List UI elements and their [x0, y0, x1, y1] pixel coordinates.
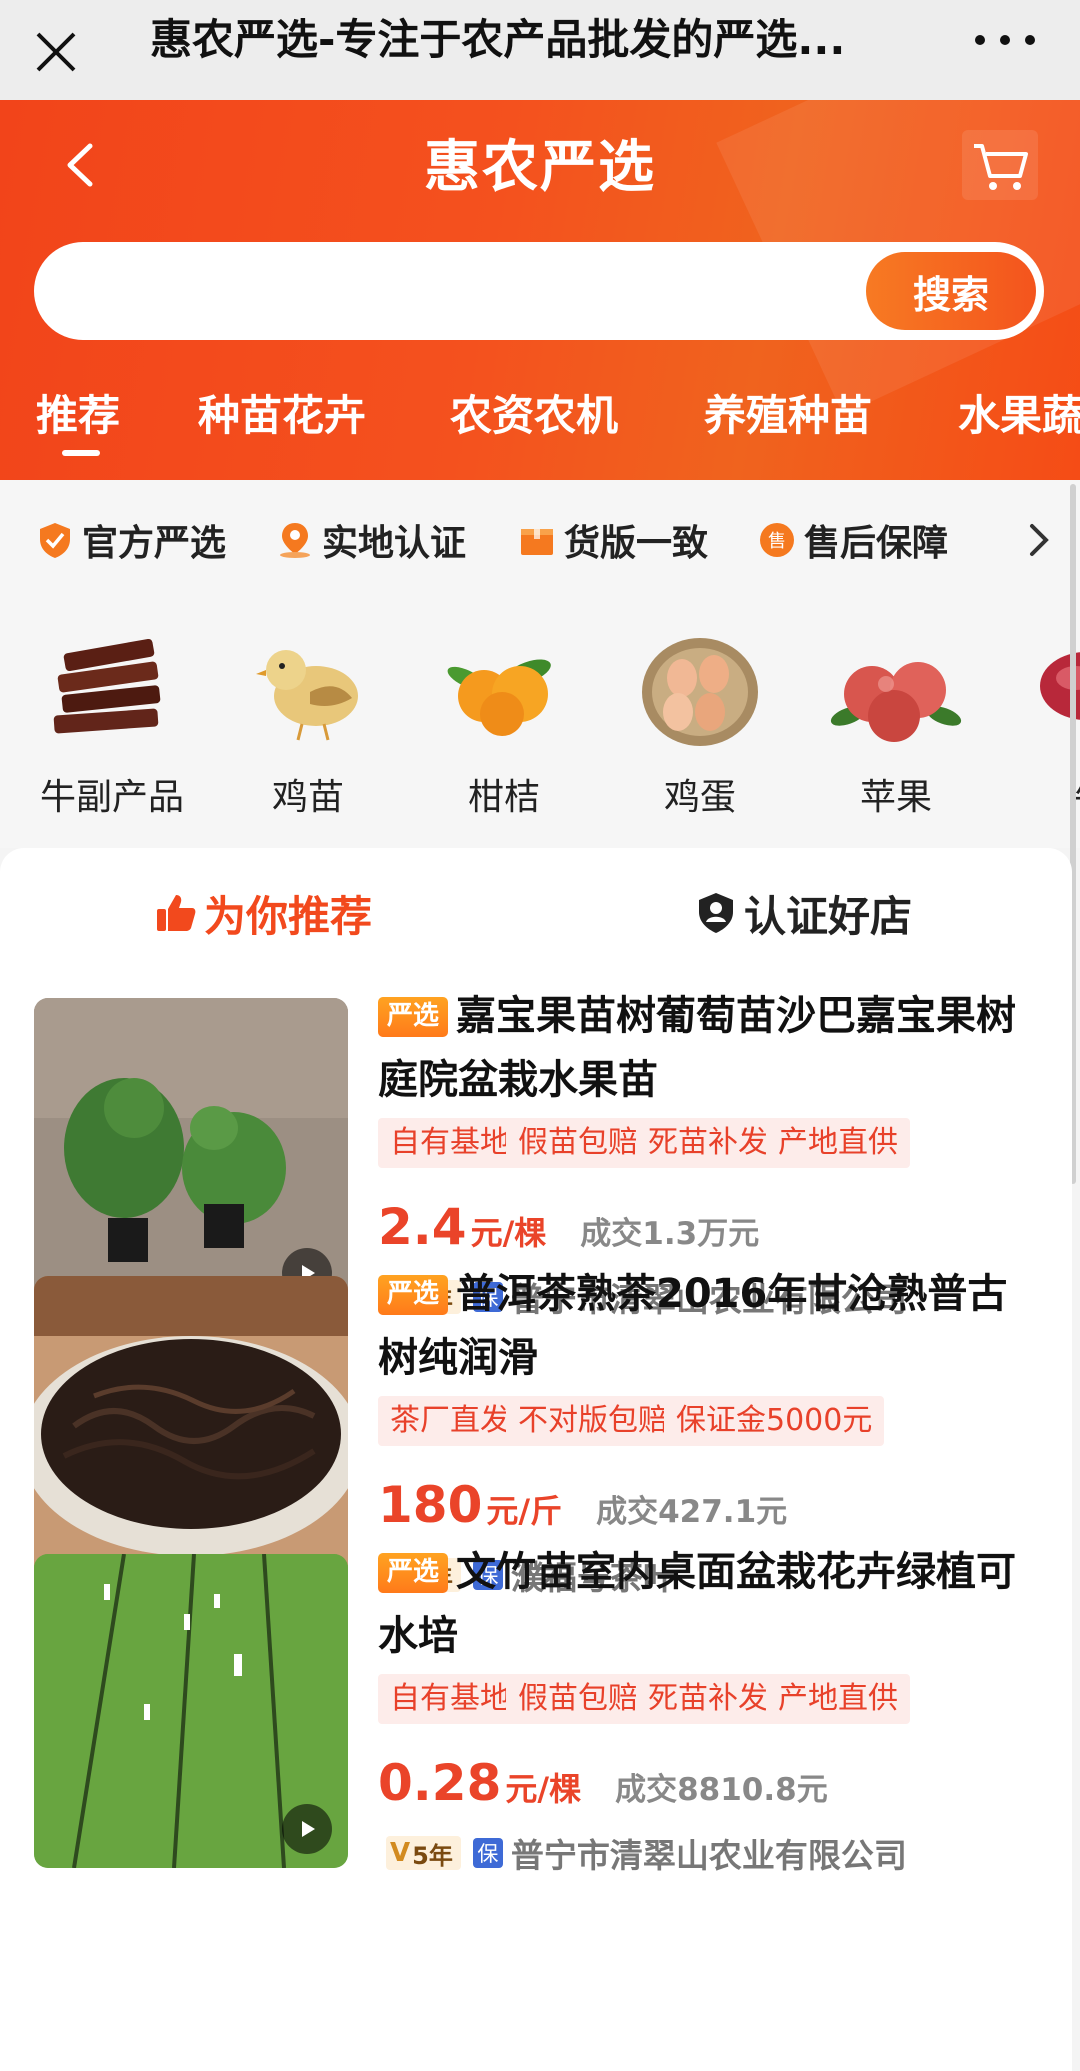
product-tag: 茶厂直发 — [378, 1396, 522, 1446]
category-item[interactable]: 鸡苗 — [220, 616, 396, 836]
search-input[interactable] — [74, 262, 874, 320]
product-tag: 不对版包赔 — [506, 1396, 680, 1446]
beef-jerky-icon — [53, 638, 161, 734]
deal-volume: 成交427.1元 — [596, 1494, 788, 1530]
more-icon[interactable] — [975, 24, 1035, 56]
product-card[interactable]: 严选 文竹苗室内桌面盆栽花卉绿植可水培 自有基地 假苗包赔 死苗补发 产地直供 0… — [0, 1549, 1072, 1884]
deal-volume: 成交1.3万元 — [580, 1216, 760, 1252]
tab-recommend[interactable]: 推荐 — [36, 382, 120, 472]
browser-top-bar: 惠农严选-专注于农产品批发的严选... — [0, 0, 1080, 100]
shield-user-icon — [699, 893, 733, 933]
tab-fruits-veg[interactable]: 水果蔬 — [958, 382, 1080, 472]
category-item[interactable]: 牛 — [1004, 616, 1080, 836]
product-title: 严选 文竹苗室内桌面盆栽花卉绿植可水培 — [378, 1549, 1016, 1659]
guarantee-official[interactable]: 官方严选 — [36, 510, 226, 570]
cart-button[interactable] — [962, 130, 1038, 200]
box-icon — [521, 529, 553, 555]
category-item[interactable]: 苹果 — [808, 616, 984, 836]
years-badge: V5年 — [386, 1836, 461, 1870]
back-icon[interactable] — [60, 140, 104, 190]
category-item[interactable]: 牛副产品 — [24, 616, 200, 836]
cart-icon — [974, 144, 1028, 190]
category-item[interactable]: 柑桔 — [416, 616, 592, 836]
guarantee-after-sale[interactable]: 售 售后保障 — [758, 510, 948, 570]
product-tag: 自有基地 — [378, 1118, 522, 1168]
apples-icon — [830, 662, 962, 742]
chevron-right-icon[interactable] — [1024, 520, 1054, 560]
tangerine-icon — [447, 659, 551, 736]
product-tags: 茶厂直发 不对版包赔 保证金5000元 — [378, 1396, 1058, 1448]
product-title: 严选 嘉宝果苗树葡萄苗沙巴嘉宝果树庭院盆栽水果苗 — [378, 993, 1016, 1103]
shop-name: 普宁市清翠山农业有限公司 — [510, 1836, 907, 1875]
product-tag: 死苗补发 — [636, 1118, 780, 1168]
tab-breeding[interactable]: 养殖种苗 — [704, 382, 872, 472]
product-tag: 假苗包赔 — [506, 1118, 650, 1168]
category-grid: 牛副产品 鸡苗 柑桔 鸡蛋 苹果 — [0, 598, 1080, 848]
guarantee-consistent[interactable]: 货版一致 — [518, 510, 708, 570]
tab-for-you[interactable]: 为你推荐 — [154, 878, 372, 948]
product-image[interactable] — [34, 1276, 348, 1590]
search-button[interactable]: 搜索 — [866, 252, 1036, 330]
guarantee-onsite[interactable]: 实地认证 — [276, 510, 466, 570]
tab-seedlings-flowers[interactable]: 种苗花卉 — [198, 382, 366, 472]
shop-info[interactable]: V5年 保 普宁市清翠山农业有限公司 — [386, 1832, 907, 1875]
yanxuan-badge: 严选 — [378, 1553, 448, 1593]
svg-text:售: 售 — [768, 531, 786, 552]
product-tag: 保证金5000元 — [664, 1396, 885, 1446]
tab-certified-shops[interactable]: 认证好店 — [694, 878, 912, 948]
product-image[interactable] — [34, 998, 348, 1312]
category-item[interactable]: 鸡蛋 — [612, 616, 788, 836]
after-sale-icon: 售 — [760, 523, 794, 557]
guarantee-badge: 保 — [472, 1838, 503, 1868]
location-user-icon — [280, 523, 310, 558]
tab-agri-supplies[interactable]: 农资农机 — [450, 382, 618, 472]
product-tags: 自有基地 假苗包赔 死苗补发 产地直供 — [378, 1674, 1058, 1726]
product-price: 0.28 元/棵 成交8810.8元 — [378, 1754, 828, 1812]
thumbs-up-icon — [157, 895, 196, 931]
yanxuan-badge: 严选 — [378, 1275, 448, 1315]
product-tag: 假苗包赔 — [506, 1674, 650, 1724]
close-icon[interactable] — [34, 20, 78, 80]
brand-logo: 惠农严选 — [424, 135, 656, 200]
product-tag: 自有基地 — [378, 1674, 522, 1724]
product-tag: 死苗补发 — [636, 1674, 780, 1724]
category-tabs: 推荐 种苗花卉 农资农机 养殖种苗 水果蔬 — [0, 382, 1080, 472]
guarantee-bar: 官方严选 实地认证 货版一致 售 售后保障 — [0, 480, 1080, 598]
product-price: 2.4 元/棵 成交1.3万元 — [378, 1198, 760, 1256]
search-bar: 搜索 — [34, 242, 1044, 340]
chick-icon — [256, 650, 358, 741]
yanxuan-badge: 严选 — [378, 997, 448, 1037]
product-tags: 自有基地 假苗包赔 死苗补发 产地直供 — [378, 1118, 1058, 1170]
play-video-icon[interactable] — [282, 1804, 332, 1854]
header: 惠农严选 搜索 推荐 种苗花卉 农资农机 养殖种苗 水果蔬 — [0, 100, 1080, 480]
product-price: 180 元/斤 成交427.1元 — [378, 1476, 788, 1534]
tea-photo — [34, 1276, 348, 1590]
product-image[interactable] — [34, 1554, 348, 1868]
recommend-panel: 为你推荐 认证好店 严选 嘉宝果苗树葡萄苗沙巴嘉宝果树庭院盆栽水果苗 自有基地 … — [0, 848, 1072, 2071]
eggs-icon — [642, 638, 758, 746]
product-title: 严选 普洱茶熟茶2016年甘沧熟普古树纯润滑 — [378, 1271, 1008, 1381]
shield-check-icon — [40, 523, 70, 558]
deal-volume: 成交8810.8元 — [615, 1772, 828, 1808]
page-title: 惠农严选-专注于农产品批发的严选... — [150, 15, 846, 64]
product-tag: 产地直供 — [766, 1118, 910, 1168]
product-tag: 产地直供 — [766, 1674, 910, 1724]
